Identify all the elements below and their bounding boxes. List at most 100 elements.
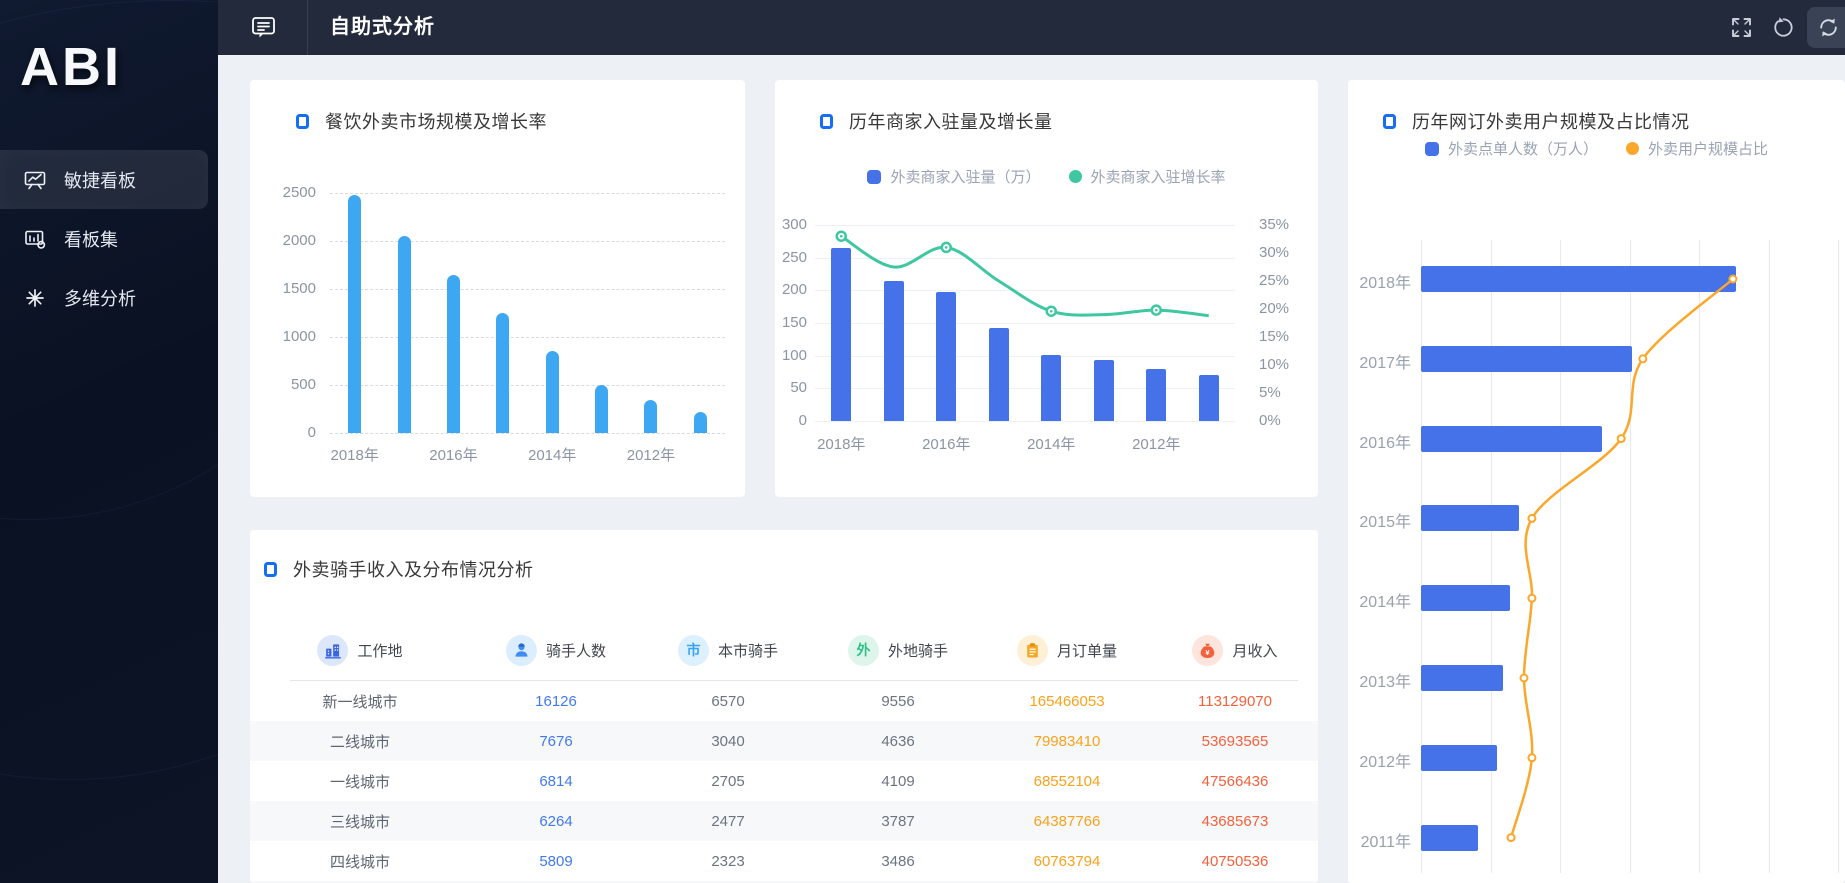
sidebar-item-multidim-analysis[interactable]: 多维分析 xyxy=(0,268,218,327)
asterisk-analysis-icon xyxy=(26,288,44,307)
column-header-label: 工作地 xyxy=(357,642,403,660)
bar-slot xyxy=(676,193,725,433)
card-title: 餐饮外卖市场规模及增长率 xyxy=(325,112,547,132)
table-cell: 60763794 xyxy=(1033,852,1101,870)
right-axis-tick-label: 0% xyxy=(1259,412,1281,429)
table-cell: 9556 xyxy=(881,692,915,710)
checkbox-icon[interactable] xyxy=(820,113,833,129)
bar-slot xyxy=(528,193,577,433)
table-cell: 四线城市 xyxy=(329,853,390,871)
checkbox-icon[interactable] xyxy=(1383,113,1396,129)
bar-slot xyxy=(379,193,428,433)
x-axis-tick-label: 2012年 xyxy=(1132,436,1181,453)
sidebar-item-agile-board[interactable]: 敏捷看板 xyxy=(0,150,208,209)
table-cell: 6570 xyxy=(711,692,745,710)
gridline xyxy=(330,433,725,434)
table-cell: 4109 xyxy=(881,772,915,790)
x-axis-tick-label: 2012年 xyxy=(626,447,676,464)
table-cell: 16126 xyxy=(535,692,577,710)
fullscreen-icon[interactable] xyxy=(1730,16,1753,39)
rider-icon xyxy=(505,634,537,666)
table-cell: 40750536 xyxy=(1201,852,1269,870)
column-header-label: 骑手人数 xyxy=(545,642,606,660)
table-cell: 2477 xyxy=(711,812,745,830)
y-axis-tick-label: 500 xyxy=(290,376,316,393)
y-axis-category-label: 2017年 xyxy=(1359,354,1411,372)
bar xyxy=(545,351,559,433)
dashboard-list-icon[interactable] xyxy=(250,14,277,41)
table-cell: 2705 xyxy=(711,772,745,790)
x-axis-tick-label: 2016年 xyxy=(922,436,971,453)
table-cell: 53693565 xyxy=(1201,732,1269,750)
x-axis-labels: 2018年 2016年 2014年 2012年 xyxy=(815,433,1235,454)
sidebar-nav: 敏捷看板 看板集 多维分析 xyxy=(0,150,218,327)
table-cell: 二线城市 xyxy=(329,733,390,751)
table-cell: 6264 xyxy=(539,812,573,830)
card-title-row: 餐饮外卖市场规模及增长率 xyxy=(296,108,547,134)
legend-square-icon xyxy=(867,169,882,184)
card-title: 历年网订外卖用户规模及占比情况 xyxy=(1412,112,1690,132)
gridline xyxy=(1838,240,1839,873)
table-cell: 79983410 xyxy=(1033,732,1101,750)
boards-icon xyxy=(25,230,46,249)
left-axis-tick-label: 0 xyxy=(798,412,807,429)
x-axis-tick-label xyxy=(868,433,921,454)
table-cell: 4636 xyxy=(881,732,915,750)
left-axis-tick-label: 100 xyxy=(781,346,807,364)
bar-slot xyxy=(478,193,527,433)
x-axis-tick-label xyxy=(973,433,1026,454)
table-header-row: 工作地 骑手人数市本市骑手外外地骑手 月订单量 ¥ 月收入 xyxy=(250,628,1318,672)
table-cell: 165466053 xyxy=(1029,692,1105,710)
right-axis-tick-label: 15% xyxy=(1259,328,1290,345)
table-cell: 3787 xyxy=(881,812,915,830)
sidebar-item-label: 敏捷看板 xyxy=(64,170,136,191)
legend-item-user-ratio[interactable]: 外卖用户规模占比 xyxy=(1626,138,1768,159)
sidebar-item-label: 看板集 xyxy=(64,229,118,250)
card-riders-table: 外卖骑手收入及分布情况分析 工作地 骑手人数市本市骑手外外地骑手 月订单量 ¥ 月收入 … xyxy=(250,530,1318,883)
x-axis-tick-label xyxy=(1183,433,1236,454)
refresh-button[interactable] xyxy=(1807,7,1845,48)
building-icon xyxy=(317,634,349,666)
legend-dot-icon xyxy=(1068,170,1082,183)
y-axis-tick-label: 1000 xyxy=(282,328,316,345)
table-row: 一线城市 6814 2705 4109 68552104 47566436 xyxy=(250,761,1318,801)
legend-dot-icon xyxy=(1626,142,1639,155)
bar-slot xyxy=(330,193,379,433)
y-axis-tick-label: 2000 xyxy=(282,232,316,249)
y-axis-category-label: 2012年 xyxy=(1359,753,1411,771)
table-row: 新一线城市 16126 6570 9556 165466053 113129070 xyxy=(250,681,1318,721)
legend-square-icon xyxy=(1424,141,1439,156)
x-axis-tick-label xyxy=(379,444,428,465)
table-cell: 43685673 xyxy=(1201,812,1269,830)
chart-legend: 外卖商家入驻量（万） 外卖商家入驻增长率 xyxy=(775,166,1318,187)
sidebar-item-label: 多维分析 xyxy=(64,288,136,309)
x-axis-tick-label xyxy=(1078,433,1131,454)
page-title: 自助式分析 xyxy=(330,16,435,38)
column-header-5: 月订单量 xyxy=(982,628,1152,672)
undo-icon[interactable] xyxy=(1772,16,1795,39)
decor-arc xyxy=(0,0,218,883)
y-axis-category-label: 2013年 xyxy=(1359,674,1411,691)
legend-item-merchants[interactable]: 外卖商家入驻量（万） xyxy=(867,166,1041,187)
x-axis-tick-label: 2014年 xyxy=(1027,436,1076,453)
table-cell: 一线城市 xyxy=(329,773,390,791)
right-axis-tick-label: 10% xyxy=(1259,356,1290,373)
header-divider xyxy=(307,0,308,55)
card-title-row: 历年网订外卖用户规模及占比情况 xyxy=(1383,108,1690,134)
card-market-scale: 餐饮外卖市场规模及增长率 0 500 1000 1500 2000 2500 2018年 20… xyxy=(250,80,745,497)
legend-item-growth-rate[interactable]: 外卖商家入驻增长率 xyxy=(1068,166,1226,187)
column-header-label: 月订单量 xyxy=(1056,642,1117,660)
right-axis-tick-label: 25% xyxy=(1259,272,1290,289)
x-axis-tick-label xyxy=(676,444,725,465)
bar-slot xyxy=(577,193,626,433)
x-axis-tick-label: 2016年 xyxy=(429,447,478,464)
legend-item-users[interactable]: 外卖点单人数（万人） xyxy=(1424,138,1598,159)
orders-icon xyxy=(1016,634,1048,666)
column-header-label: 月收入 xyxy=(1232,642,1278,660)
table-row: 四线城市 5809 2323 3486 60763794 40750536 xyxy=(250,841,1318,881)
table-cell: 113129070 xyxy=(1198,692,1272,710)
sidebar-item-board-set[interactable]: 看板集 xyxy=(0,209,218,268)
checkbox-icon[interactable] xyxy=(264,561,277,577)
checkbox-icon[interactable] xyxy=(296,113,309,129)
table-cell: 64387766 xyxy=(1033,812,1101,830)
